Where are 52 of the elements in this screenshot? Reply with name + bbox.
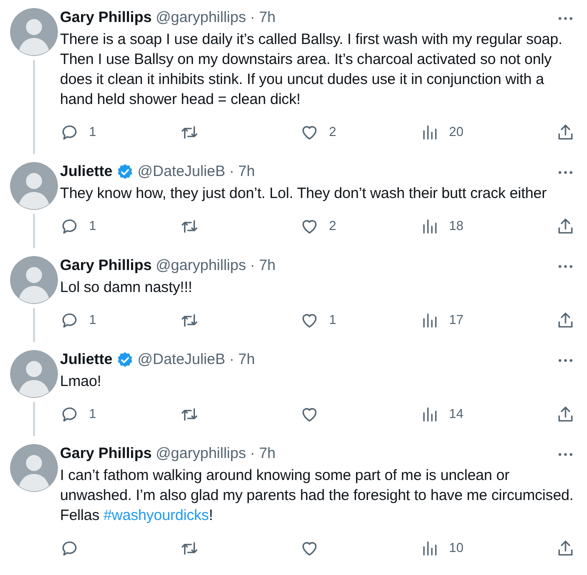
reply-icon[interactable]: [60, 404, 79, 424]
user-handle[interactable]: @garyphillips: [156, 8, 246, 28]
view-count: 10: [449, 539, 464, 558]
author-name[interactable]: Gary Phillips: [60, 256, 152, 276]
user-handle[interactable]: @garyphillips: [156, 256, 246, 276]
timestamp[interactable]: 7h: [238, 162, 255, 182]
user-handle[interactable]: @DateJulieB: [138, 162, 226, 182]
separator-dot: ·: [250, 256, 255, 276]
author-name[interactable]: Juliette: [60, 350, 113, 370]
reply-icon[interactable]: [60, 216, 79, 236]
like-count: 2: [329, 217, 336, 236]
share-icon[interactable]: [556, 538, 575, 558]
views-icon[interactable]: [420, 216, 439, 236]
separator-dot: ·: [229, 162, 234, 182]
timestamp[interactable]: 7h: [258, 8, 276, 28]
tweet-text: Lol so damn nasty!!!: [60, 278, 194, 298]
view-count: 20: [449, 123, 464, 142]
views-icon[interactable]: [420, 404, 439, 424]
timestamp[interactable]: 7h: [258, 444, 276, 464]
author-name[interactable]: Gary Phillips: [60, 444, 152, 464]
share-icon[interactable]: [556, 404, 575, 424]
share-icon[interactable]: [556, 216, 575, 236]
separator-dot: ·: [250, 444, 255, 464]
reply-icon[interactable]: [60, 310, 79, 330]
user-handle[interactable]: @DateJulieB: [138, 350, 226, 370]
user-handle[interactable]: @garyphillips: [156, 444, 246, 464]
views-icon[interactable]: [420, 538, 439, 558]
views-icon[interactable]: [420, 310, 439, 330]
views-icon[interactable]: [420, 122, 439, 142]
view-count: 14: [449, 405, 464, 424]
tweet-text: Lmao!: [60, 372, 102, 392]
author-name[interactable]: Gary Phillips: [60, 8, 152, 28]
reply-count: 1: [89, 311, 96, 330]
reply-icon[interactable]: [60, 538, 79, 558]
tweet-text: There is a soap I use daily it’s called Ballsy. I first wash with my regular soap. Then I use Ballsy on my downstairs area. It’s charcoal activated so not only does it clean it inhibits stink. If you uncut dudes use it in conjunction with a hand held shower head = clean dick!: [60, 30, 564, 110]
share-icon[interactable]: [556, 122, 575, 142]
reply-count: 1: [89, 217, 96, 236]
share-icon[interactable]: [556, 310, 575, 330]
like-count: 2: [329, 123, 336, 142]
separator-dot: ·: [250, 8, 255, 28]
view-count: 17: [449, 311, 464, 330]
separator-dot: ·: [229, 350, 234, 370]
timestamp[interactable]: 7h: [258, 256, 276, 276]
reply-icon[interactable]: [60, 122, 79, 142]
reply-count: 1: [89, 123, 96, 142]
tweet-text: I can’t fathom walking around knowing some part of me is unclean or unwashed. I’m also glad my parents had the foresight to have me circumcised. Fellas #washyourdicks!: [60, 466, 574, 526]
like-count: 1: [329, 311, 336, 330]
author-name[interactable]: Juliette: [60, 162, 113, 182]
reply-count: 1: [89, 405, 96, 424]
timestamp[interactable]: 7h: [238, 350, 255, 370]
view-count: 18: [449, 217, 464, 236]
tweet-text: They know how, they just don’t. Lol. They don’t wash their butt crack either: [60, 184, 548, 204]
